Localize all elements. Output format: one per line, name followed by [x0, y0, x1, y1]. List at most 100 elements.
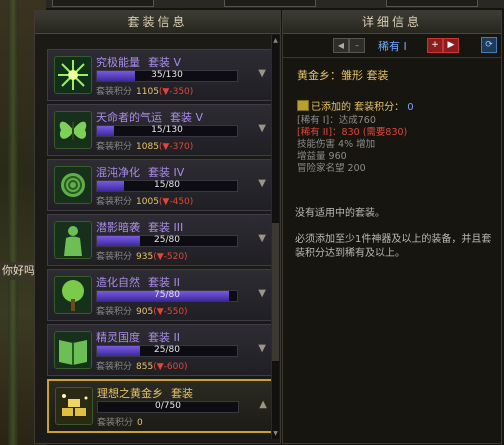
- divider: [283, 57, 501, 58]
- set-name-text: 精灵国度: [96, 331, 140, 344]
- score-value: 0: [137, 418, 143, 428]
- set-score: 套装积分 855(▼-600): [96, 359, 188, 372]
- expand-up-icon[interactable]: ▲: [259, 399, 267, 410]
- progress-bar: 0/750: [97, 401, 239, 413]
- score-label: 套装积分: [96, 362, 133, 372]
- tree-icon: [54, 276, 92, 314]
- progress-bar: 25/80: [96, 345, 238, 357]
- score-label: 套装积分: [96, 252, 133, 262]
- progress-bar: 15/80: [96, 180, 238, 192]
- score-value: 1105: [136, 87, 159, 97]
- set-name-text: 混沌净化: [96, 166, 140, 179]
- set-score: 套装积分 905(▼-550): [96, 304, 188, 317]
- set-name-text: 潜影暗袭: [96, 221, 140, 234]
- detail-set-title: 黄金乡：雏形 套装: [297, 69, 389, 82]
- set-score: 套装积分 1105(▼-350): [96, 84, 193, 97]
- figure-icon: [54, 221, 92, 259]
- progress-text: 15/130: [151, 125, 183, 135]
- set-tier: 套装 IV: [148, 166, 185, 179]
- expand-down-icon[interactable]: ▼: [258, 343, 266, 354]
- set-name: 理想之黄金乡 套装: [97, 385, 193, 401]
- set-item[interactable]: 造化自然 套装 II 75/80 套装积分 905(▼-550) ▼: [47, 269, 273, 321]
- first-icon[interactable]: ◀: [333, 38, 349, 53]
- refresh-icon[interactable]: ⟳: [481, 37, 497, 53]
- set-item[interactable]: 混沌净化 套装 IV 15/80 套装积分 1005(▼-450) ▼: [47, 159, 273, 211]
- set-tier: 套装 II: [148, 276, 180, 289]
- score-delta: (▼-600): [153, 362, 188, 372]
- scroll-up-icon[interactable]: ▲: [272, 37, 279, 44]
- progress-bar: 25/80: [96, 235, 238, 247]
- progress-text: 35/130: [151, 70, 183, 80]
- next-icon[interactable]: +: [427, 38, 443, 53]
- set-tier: 套装: [171, 387, 193, 400]
- butterfly-icon: [54, 111, 92, 149]
- detail-title: 详细信息: [283, 11, 501, 34]
- set-name: 精灵国度 套装 II: [96, 329, 180, 345]
- score-label: 套装积分: [96, 142, 133, 152]
- set-score: 套装积分 1085(▼-370): [96, 139, 193, 152]
- no-set-note: 没有适用中的套装。: [295, 208, 385, 219]
- gold-bars-icon: [297, 100, 309, 111]
- score-value: 935: [136, 252, 154, 262]
- set-name-text: 究极能量: [96, 56, 140, 69]
- set-item[interactable]: 理想之黄金乡 套装 0/750 套装积分 0 ▲: [47, 379, 275, 433]
- progress-bar: 35/130: [96, 70, 238, 82]
- set-score: 套装积分 935(▼-520): [96, 249, 188, 262]
- score-label: 套装积分: [97, 418, 134, 428]
- added-score: 已添加的 套装积分： 0: [297, 98, 414, 113]
- last-icon[interactable]: ▶: [443, 38, 459, 53]
- set-tier: 套装 II: [148, 331, 180, 344]
- expand-down-icon[interactable]: ▼: [258, 233, 266, 244]
- starburst-icon: [54, 56, 92, 94]
- set-name-text: 造化自然: [96, 276, 140, 289]
- score-label: 套装积分: [96, 197, 133, 207]
- expand-down-icon[interactable]: ▼: [258, 288, 266, 299]
- score-value: 905: [136, 307, 154, 317]
- set-tier: 套装 V: [170, 111, 204, 124]
- scrollbar[interactable]: ▲ ▼: [271, 35, 279, 439]
- set-info-panel: 套装信息 究极能量 套装 V 35/130 套装积分 1105(▼-350) ▼ 天命者的气…: [34, 10, 281, 444]
- set-item[interactable]: 潜影暗袭 套装 III 25/80 套装积分 935(▼-520) ▼: [47, 214, 273, 266]
- set-score: 套装积分 0: [97, 415, 143, 428]
- score-label: 套装积分: [96, 87, 133, 97]
- progress-text: 75/80: [154, 290, 180, 300]
- set-item[interactable]: 精灵国度 套装 II 25/80 套装积分 855(▼-600) ▼: [47, 324, 273, 376]
- vine-decoration: [8, 0, 18, 445]
- expand-down-icon[interactable]: ▼: [258, 68, 266, 79]
- score-delta: (▼-520): [153, 252, 188, 262]
- set-name-text: 理想之黄金乡: [97, 387, 163, 400]
- set-info-title: 套装信息: [35, 11, 280, 34]
- top-dropdown-2[interactable]: [224, 0, 316, 7]
- top-toolbar: [46, 0, 504, 8]
- expand-down-icon[interactable]: ▼: [258, 178, 266, 189]
- top-dropdown-3[interactable]: [386, 0, 478, 7]
- scroll-thumb[interactable]: [272, 223, 279, 361]
- set-name: 天命者的气运 套装 V: [96, 109, 203, 125]
- prev-icon[interactable]: –: [349, 38, 365, 53]
- gold-bars-icon: [55, 387, 93, 425]
- expand-down-icon[interactable]: ▼: [258, 123, 266, 134]
- scroll-down-icon[interactable]: ▼: [272, 430, 279, 437]
- rarity-selector: ◀ – 稀有 I + ▶ ⟳: [283, 35, 501, 55]
- set-item[interactable]: 究极能量 套装 V 35/130 套装积分 1105(▼-350) ▼: [47, 49, 273, 101]
- set-item[interactable]: 天命者的气运 套装 V 15/130 套装积分 1085(▼-370) ▼: [47, 104, 273, 156]
- requirement-note: 必须添加至少1件神器及以上的装备，并且套装积分达到稀有及以上。: [295, 234, 492, 259]
- score-label: 套装积分: [96, 307, 133, 317]
- progress-text: 15/80: [154, 180, 180, 190]
- set-name: 究极能量 套装 V: [96, 54, 181, 70]
- score-delta: (▼-370): [158, 142, 194, 152]
- score-delta: (▼-350): [158, 87, 194, 97]
- rarity-label: 稀有 I: [378, 40, 407, 53]
- detail-line: 冒险家名望 200: [297, 163, 366, 174]
- set-name: 潜影暗袭 套装 III: [96, 219, 183, 235]
- set-tier: 套装 V: [148, 56, 182, 69]
- set-name: 造化自然 套装 II: [96, 274, 180, 290]
- added-score-value: 0: [407, 102, 414, 113]
- progress-bar: 15/130: [96, 125, 238, 137]
- score-value: 855: [136, 362, 154, 372]
- progress-bar: 75/80: [96, 290, 238, 302]
- set-name-text: 天命者的气运: [96, 111, 162, 124]
- score-delta: (▼-450): [158, 197, 194, 207]
- progress-text: 25/80: [154, 235, 180, 245]
- top-dropdown-1[interactable]: [52, 0, 154, 7]
